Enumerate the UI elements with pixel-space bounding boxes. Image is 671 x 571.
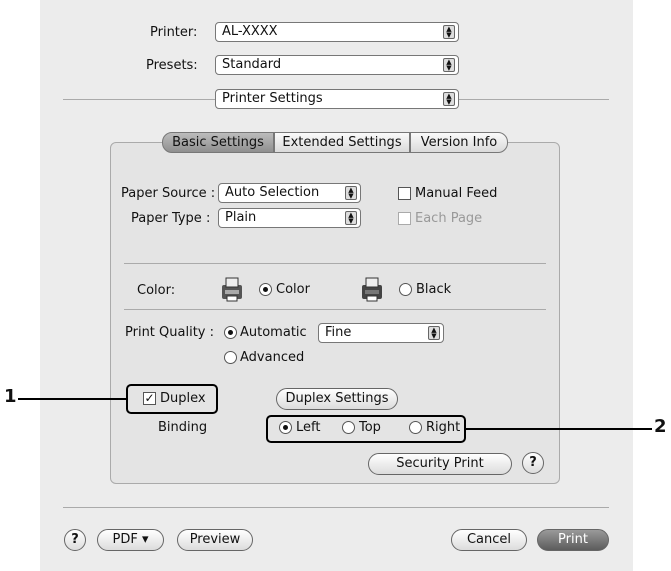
callout-number-1: 1 [4,386,17,407]
tab-basic-settings[interactable]: Basic Settings [162,132,274,153]
paper-type-label: Paper Type : [131,211,211,226]
help-button[interactable]: ? [522,452,544,474]
automatic-radio[interactable] [224,326,237,339]
automatic-label: Automatic [240,325,307,340]
popup-arrows-icon: ▲ ▼ [443,25,455,39]
paper-type-popup[interactable]: Plain ▲ ▼ [218,208,361,228]
binding-label: Binding [158,420,208,435]
callout-box-1 [126,384,218,414]
pdf-button[interactable]: PDF ▾ [97,529,164,551]
advanced-label: Advanced [240,350,305,365]
help-button[interactable]: ? [64,529,86,551]
callout-line-2 [466,428,652,430]
presets-popup[interactable]: Standard ▲ ▼ [215,55,459,75]
print-quality-label: Print Quality : [125,325,215,340]
advanced-radio[interactable] [224,351,237,364]
manual-feed-label: Manual Feed [415,186,498,201]
color-printer-icon [222,277,242,302]
paper-source-value: Auto Selection [225,185,320,200]
pane-value: Printer Settings [222,91,323,106]
cancel-button[interactable]: Cancel [451,529,527,551]
color-label: Color: [137,283,176,298]
pane-popup[interactable]: Printer Settings ▲ ▼ [215,89,459,109]
printer-popup[interactable]: AL-XXXX ▲ ▼ [215,22,459,42]
tab-extended-settings[interactable]: Extended Settings [274,132,410,153]
popup-arrows-icon: ▲ ▼ [443,58,455,72]
printer-label: Printer: [150,25,198,40]
paper-source-popup[interactable]: Auto Selection ▲ ▼ [218,183,361,203]
separator [63,507,609,508]
separator [124,263,546,264]
security-print-button[interactable]: Security Print [368,453,512,475]
preview-button[interactable]: Preview [177,529,253,551]
paper-type-value: Plain [225,210,257,225]
each-page-checkbox[interactable] [398,212,411,225]
printer-value: AL-XXXX [222,24,278,39]
popup-arrows-icon: ▲ ▼ [345,186,357,200]
color-radio[interactable] [259,283,272,296]
popup-arrows-icon: ▲ ▼ [428,326,440,340]
callout-box-2 [266,415,466,443]
separator [63,99,215,100]
popup-arrows-icon: ▲ ▼ [443,92,455,106]
manual-feed-checkbox[interactable] [398,187,411,200]
popup-arrows-icon: ▲ ▼ [345,211,357,225]
black-radio[interactable] [399,283,412,296]
paper-source-label: Paper Source : [121,186,216,201]
callout-line-1 [18,398,126,400]
color-option-label: Color [276,282,310,297]
print-button[interactable]: Print [537,529,609,551]
separator [124,309,546,310]
presets-label: Presets: [146,58,198,73]
each-page-label: Each Page [415,211,483,226]
black-option-label: Black [416,282,452,297]
quality-level-popup[interactable]: Fine ▲ ▼ [318,323,444,343]
duplex-settings-button[interactable]: Duplex Settings [276,388,398,410]
black-printer-icon [362,277,382,302]
quality-level-value: Fine [325,325,352,340]
tab-version-info[interactable]: Version Info [410,132,508,153]
separator [459,99,609,100]
presets-value: Standard [222,57,282,72]
callout-number-2: 2 [654,416,667,437]
